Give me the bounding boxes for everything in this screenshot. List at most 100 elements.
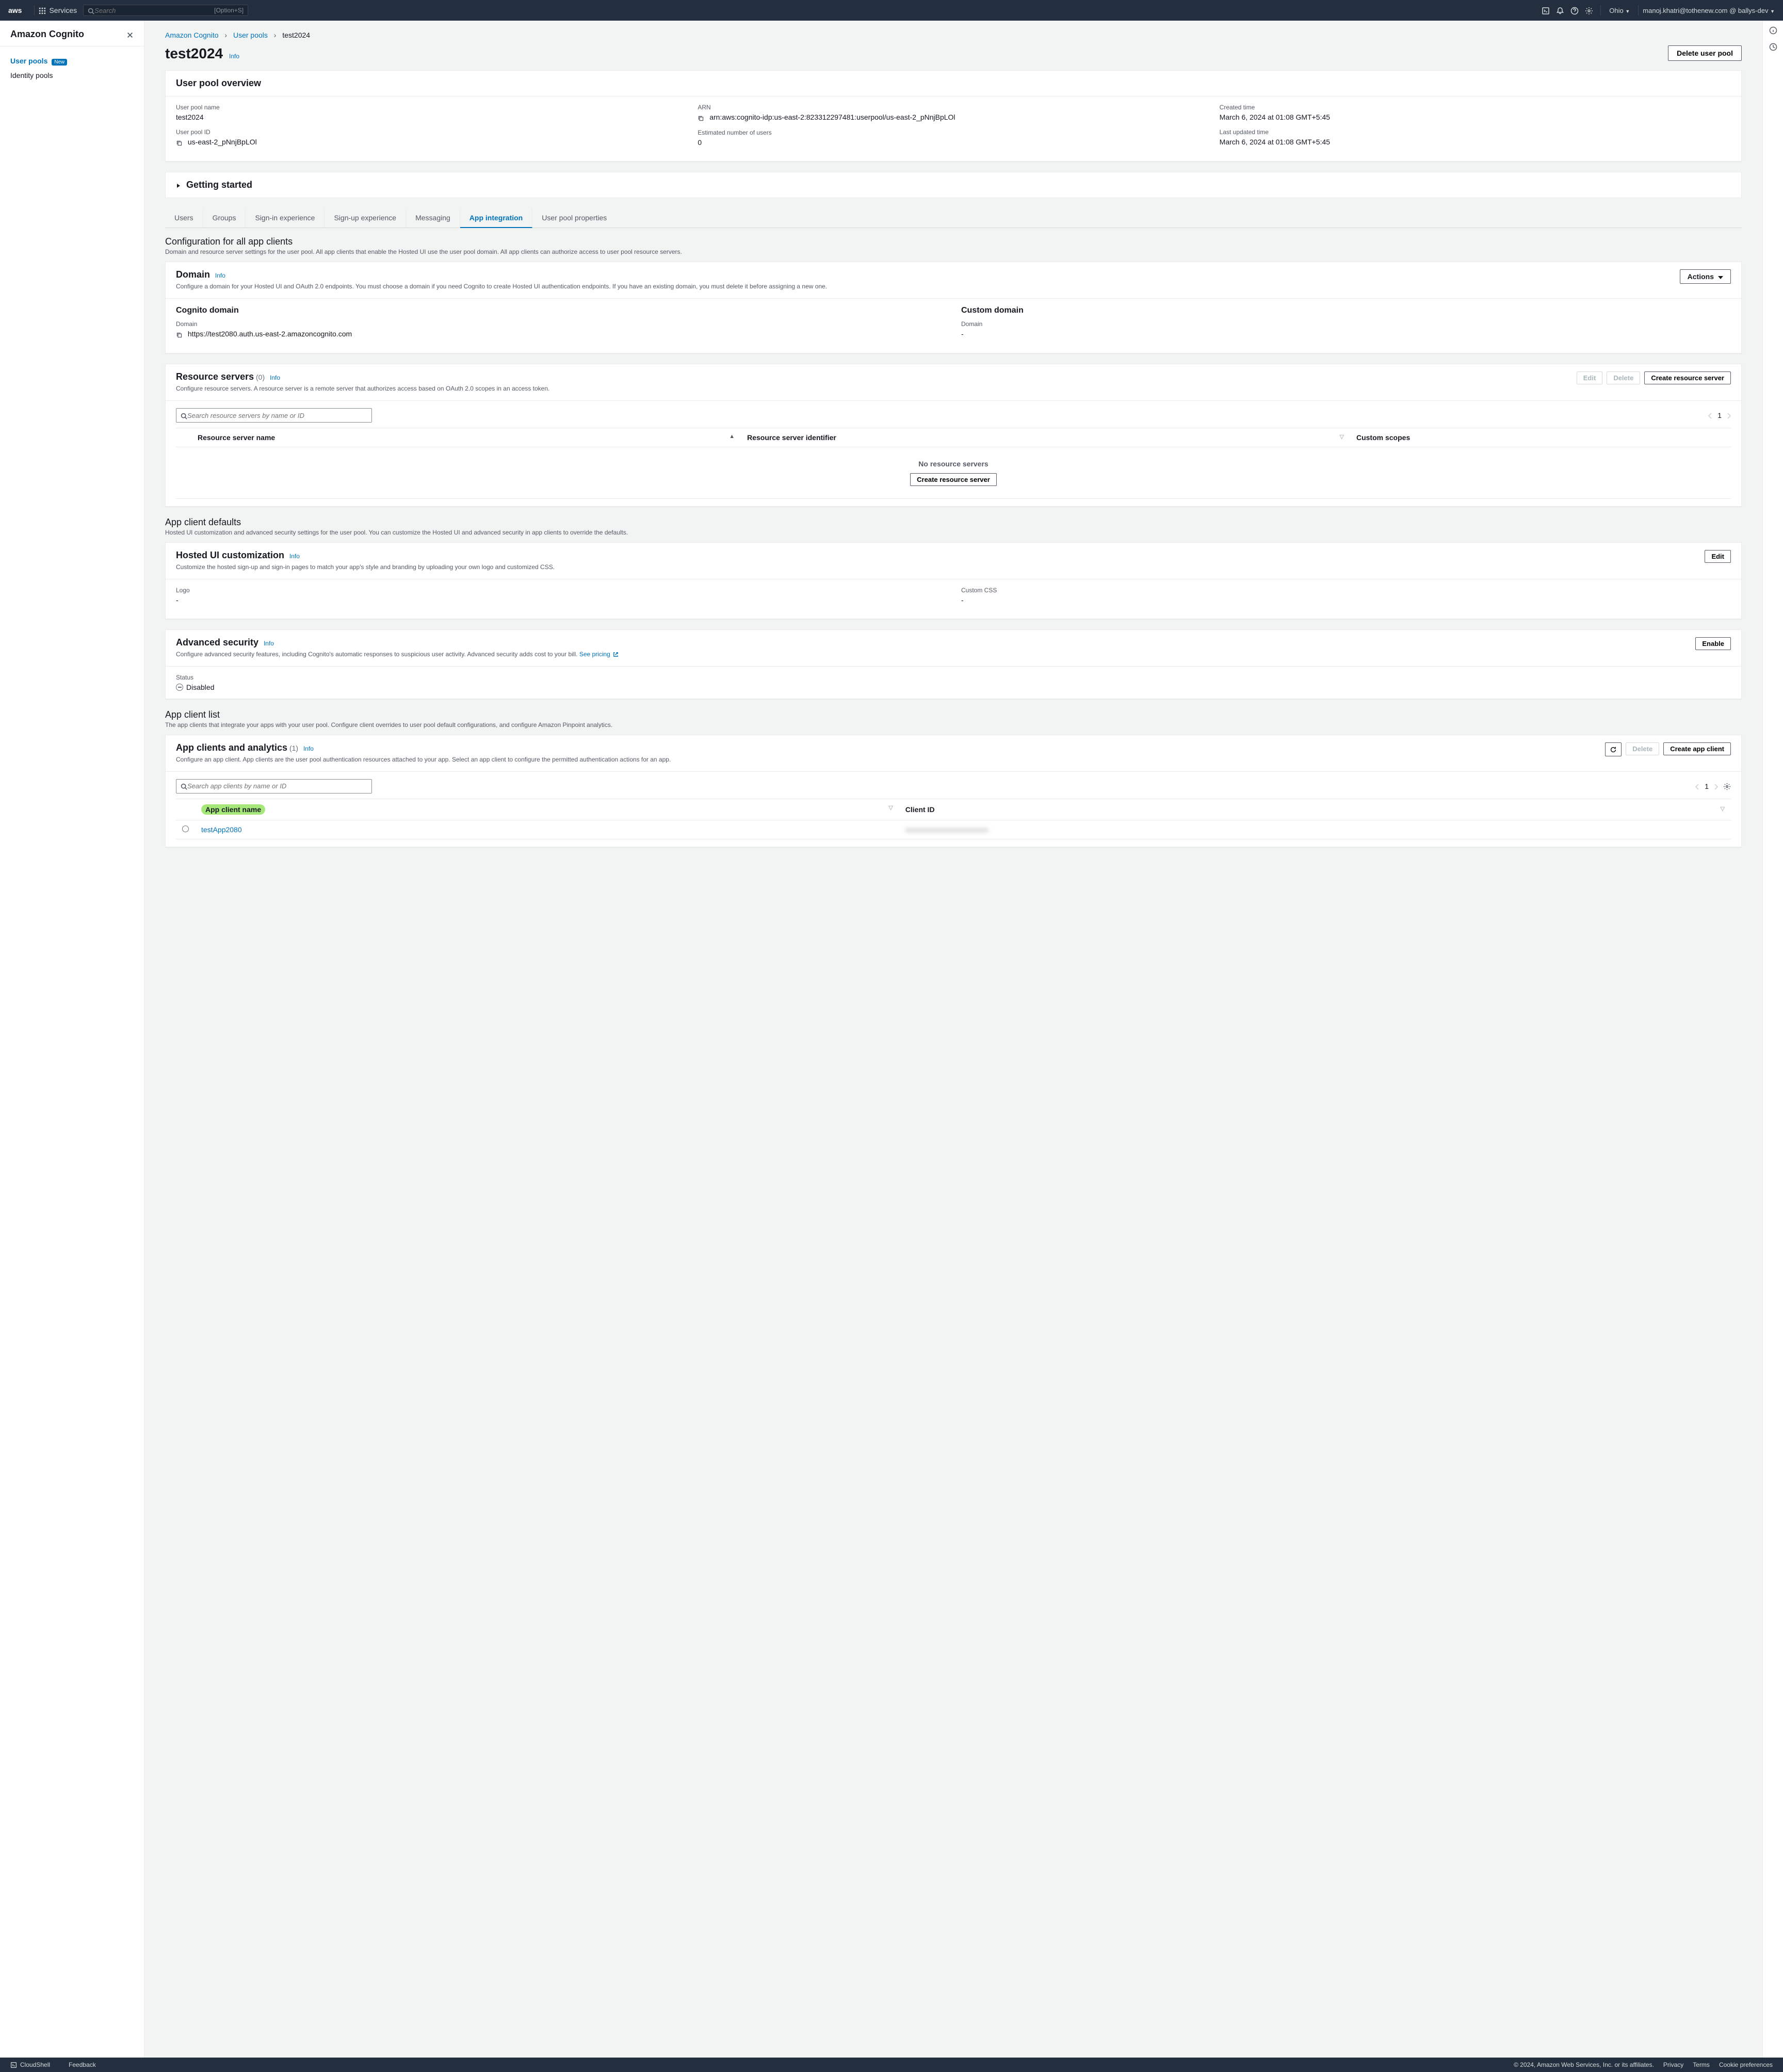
defaults-title: App client defaults: [165, 517, 1742, 528]
tab-signup[interactable]: Sign-up experience: [325, 208, 406, 228]
new-badge: New: [52, 59, 67, 66]
custom-domain-label: Domain: [961, 320, 1731, 328]
rs-empty-create-button[interactable]: Create resource server: [910, 473, 997, 486]
rs-col-name[interactable]: Resource server name▲: [191, 428, 741, 447]
overview-panel: User pool overview User pool name test20…: [165, 70, 1742, 161]
tab-app-integration[interactable]: App integration: [460, 208, 532, 228]
cloudshell-button[interactable]: CloudShell: [10, 2061, 50, 2068]
cloudshell-icon[interactable]: [1542, 6, 1550, 14]
prev-page-icon: [1708, 411, 1712, 419]
hosted-ui-edit-button[interactable]: Edit: [1705, 550, 1731, 563]
external-link-icon: [613, 651, 619, 658]
rs-empty-msg: No resource servers: [189, 460, 1717, 468]
tab-groups[interactable]: Groups: [203, 208, 246, 228]
table-settings-icon[interactable]: [1723, 782, 1731, 790]
ac-col-id[interactable]: Client ID▽: [899, 799, 1731, 820]
css-label: Custom CSS: [961, 587, 1731, 594]
rs-search[interactable]: [176, 408, 372, 423]
ac-col-name[interactable]: App client name▽: [195, 799, 899, 820]
info-link[interactable]: Info: [289, 553, 300, 560]
grid-icon: [39, 6, 46, 14]
copyright: © 2024, Amazon Web Services, Inc. or its…: [1514, 2061, 1654, 2068]
history-icon[interactable]: [1769, 42, 1777, 51]
region-selector[interactable]: Ohio ▼: [1609, 7, 1630, 14]
close-icon[interactable]: [126, 30, 134, 38]
app-client-link[interactable]: testApp2080: [201, 825, 242, 834]
sidebar: Amazon Cognito User pools New Identity p…: [0, 21, 144, 2058]
delete-user-pool-button[interactable]: Delete user pool: [1668, 45, 1742, 61]
page-number: 1: [1717, 411, 1722, 419]
page-number: 1: [1705, 782, 1709, 790]
ac-search[interactable]: [176, 779, 372, 794]
refresh-button[interactable]: [1605, 742, 1622, 757]
cookies-link[interactable]: Cookie preferences: [1719, 2061, 1773, 2068]
name-label: User pool name: [176, 104, 687, 111]
tab-messaging[interactable]: Messaging: [406, 208, 460, 228]
copy-icon[interactable]: [698, 114, 704, 122]
next-page-icon: [1727, 411, 1731, 419]
next-page-icon: [1714, 782, 1718, 790]
settings-icon[interactable]: [1585, 6, 1593, 14]
terms-link[interactable]: Terms: [1693, 2061, 1710, 2068]
footer: CloudShell Feedback © 2024, Amazon Web S…: [0, 2058, 1783, 2072]
info-link[interactable]: Info: [303, 745, 314, 752]
user-menu[interactable]: manoj.khatri@tothenew.com @ ballys-dev ▼: [1643, 7, 1775, 14]
rs-search-input[interactable]: [187, 412, 367, 419]
arn-label: ARN: [698, 104, 1209, 111]
resource-servers-panel: Resource servers (0) Info Configure reso…: [165, 364, 1742, 507]
tab-properties[interactable]: User pool properties: [532, 208, 616, 228]
info-link[interactable]: Info: [229, 53, 239, 60]
ac-create-button[interactable]: Create app client: [1663, 742, 1731, 755]
feedback-link[interactable]: Feedback: [69, 2061, 96, 2068]
sidebar-item-user-pools[interactable]: User pools New: [10, 54, 134, 68]
rs-create-button[interactable]: Create resource server: [1644, 371, 1731, 384]
prev-page-icon: [1695, 782, 1699, 790]
breadcrumb: Amazon Cognito › User pools › test2024: [165, 31, 1742, 39]
advsec-title: Advanced security: [176, 637, 258, 648]
notifications-icon[interactable]: [1556, 6, 1564, 14]
domain-title: Domain: [176, 269, 210, 280]
rs-col-id[interactable]: Resource server identifier▽: [741, 428, 1350, 447]
disabled-icon: [176, 684, 183, 691]
search-input[interactable]: [94, 7, 214, 14]
info-link[interactable]: Info: [270, 374, 280, 381]
copy-icon[interactable]: [176, 330, 183, 338]
sidebar-item-identity-pools[interactable]: Identity pools: [10, 68, 134, 83]
breadcrumb-userpools[interactable]: User pools: [233, 31, 268, 39]
ac-delete-button: Delete: [1626, 742, 1659, 755]
services-label: Services: [49, 6, 77, 14]
rs-col-scopes: Custom scopes: [1350, 428, 1731, 447]
breadcrumb-cognito[interactable]: Amazon Cognito: [165, 31, 219, 39]
privacy-link[interactable]: Privacy: [1663, 2061, 1683, 2068]
breadcrumb-current: test2024: [282, 31, 310, 39]
caret-right-icon: [176, 181, 181, 189]
services-menu[interactable]: Services: [39, 6, 77, 14]
id-value: us-east-2_pNnjBpLOl: [188, 138, 257, 146]
cloudshell-icon: [10, 2061, 17, 2068]
help-icon[interactable]: [1570, 6, 1579, 14]
hosted-ui-title: Hosted UI customization: [176, 550, 284, 560]
info-link[interactable]: Info: [264, 640, 274, 647]
info-circle-icon[interactable]: [1769, 26, 1777, 35]
advsec-enable-button[interactable]: Enable: [1695, 637, 1731, 650]
top-nav: aws Services [Option+S] Ohio ▼ manoj.kha…: [0, 0, 1783, 21]
domain-actions-button[interactable]: Actions: [1680, 269, 1731, 284]
right-rail: [1762, 21, 1783, 2058]
getting-started-panel[interactable]: Getting started: [165, 172, 1742, 198]
copy-icon[interactable]: [176, 138, 183, 147]
tab-users[interactable]: Users: [165, 208, 203, 228]
row-radio[interactable]: [182, 825, 189, 832]
rs-delete-button: Delete: [1607, 371, 1640, 384]
ac-desc: Configure an app client. App clients are…: [176, 755, 1605, 764]
tab-signin[interactable]: Sign-in experience: [246, 208, 325, 228]
info-link[interactable]: Info: [215, 272, 225, 279]
defaults-desc: Hosted UI customization and advanced sec…: [165, 529, 1742, 536]
app-client-list-desc: The app clients that integrate your apps…: [165, 721, 1742, 729]
sidebar-title: Amazon Cognito: [10, 29, 84, 40]
pricing-link[interactable]: See pricing: [579, 651, 610, 658]
ac-search-input[interactable]: [187, 782, 367, 790]
global-search[interactable]: [Option+S]: [83, 5, 248, 16]
status-value: Disabled: [176, 683, 1731, 691]
updated-label: Last updated time: [1220, 128, 1731, 136]
aws-logo[interactable]: aws: [8, 6, 22, 14]
